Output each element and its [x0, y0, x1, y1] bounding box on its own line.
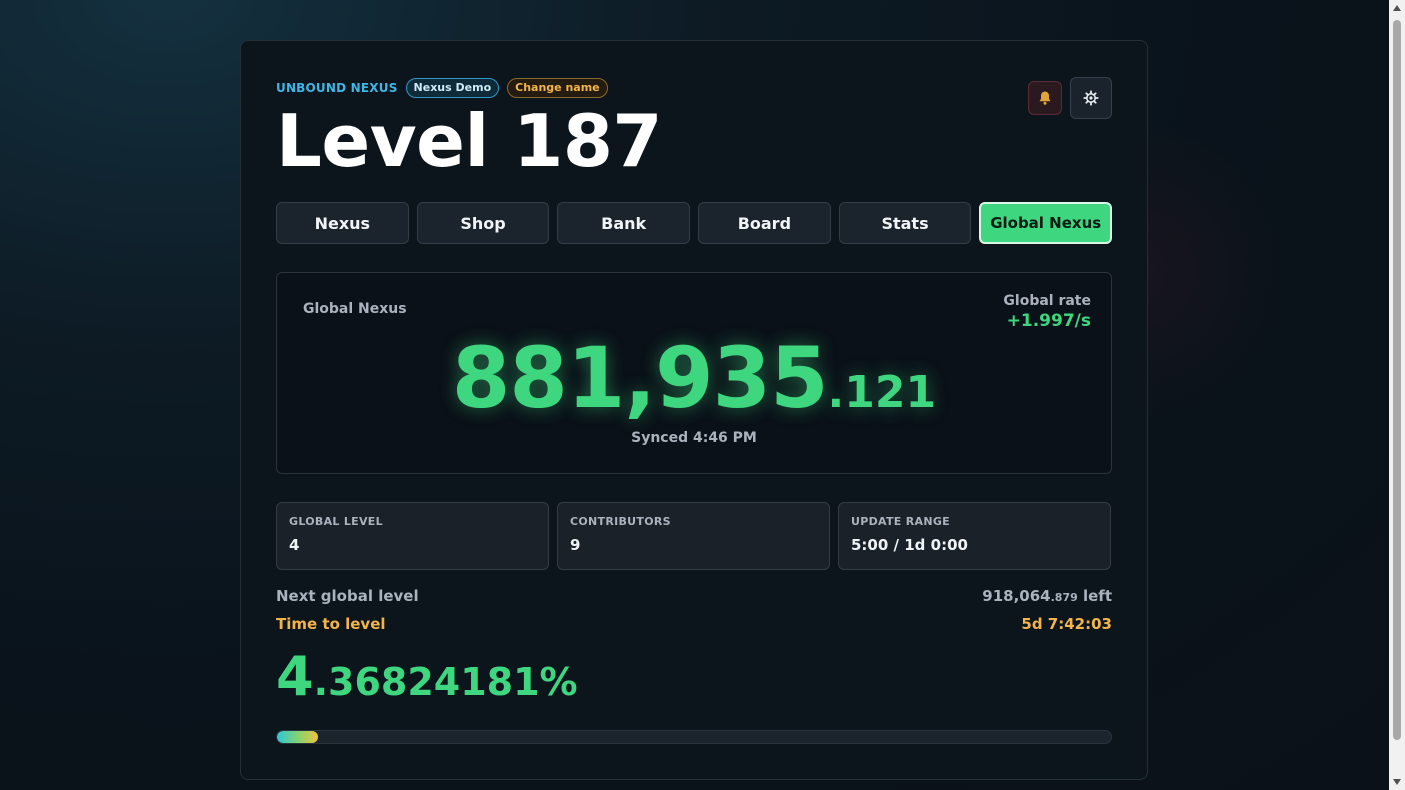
stat-label: CONTRIBUTORS [570, 515, 671, 528]
stat-global-level: GLOBAL LEVEL 4 [276, 502, 549, 570]
stat-value: 9 [570, 536, 581, 554]
global-rate-label: Global rate [1003, 293, 1091, 309]
header-meta: UNBOUND NEXUS Nexus Demo Change name [276, 77, 1112, 99]
global-rate: Global rate +1.997/s [1003, 293, 1091, 331]
brand-label: UNBOUND NEXUS [276, 81, 398, 95]
global-rate-value: +1.997/s [1006, 311, 1091, 331]
progress-bar-fill [277, 731, 318, 743]
tab-bank[interactable]: Bank [557, 202, 691, 244]
stats-row: GLOBAL LEVEL 4 CONTRIBUTORS 9 UPDATE RAN… [276, 502, 1112, 570]
page-title: Level 187 [276, 99, 663, 183]
progress-percent: 4.36824181% [276, 647, 1112, 720]
tab-global-nexus[interactable]: Global Nexus [979, 202, 1113, 244]
stat-label: UPDATE RANGE [851, 515, 950, 528]
stat-contributors: CONTRIBUTORS 9 [557, 502, 830, 570]
scroll-up-button[interactable] [1389, 0, 1405, 16]
page-scrollbar[interactable] [1389, 0, 1405, 790]
tab-stats[interactable]: Stats [838, 202, 972, 244]
triangle-down-icon [1393, 779, 1401, 785]
global-nexus-panel: Global Nexus Global rate +1.997/s 881,93… [276, 272, 1112, 474]
stat-value: 4 [289, 536, 300, 554]
triangle-up-icon [1393, 5, 1401, 11]
change-name-button[interactable]: Change name [507, 78, 608, 98]
tab-bar: Nexus Shop Bank Board Stats Global Nexus [276, 202, 1113, 244]
next-level-row: Next global level 918,064.879 left [276, 587, 1112, 605]
tab-shop[interactable]: Shop [416, 202, 550, 244]
scroll-down-button[interactable] [1389, 774, 1405, 790]
progress-bar [276, 730, 1112, 744]
tab-nexus[interactable]: Nexus [276, 202, 409, 244]
global-nexus-value-dec: .121 [827, 367, 937, 418]
progress-percent-int: 4 [276, 645, 314, 708]
remaining-int: 918,064 [982, 587, 1051, 605]
gear-icon [1083, 90, 1099, 106]
next-level-label: Next global level [276, 587, 419, 605]
scroll-thumb[interactable] [1393, 20, 1401, 740]
time-to-level-label: Time to level [276, 615, 386, 633]
remaining-amount: 918,064.879 left [982, 587, 1112, 605]
settings-button[interactable] [1070, 77, 1112, 119]
time-to-level-value: 5d 7:42:03 [1021, 615, 1112, 633]
demo-badge: Nexus Demo [405, 78, 500, 98]
bell-icon [1039, 91, 1051, 105]
header-actions [1028, 77, 1112, 119]
main-card: UNBOUND NEXUS Nexus Demo Change name Lev… [240, 40, 1148, 780]
remaining-dec: .879 [1050, 591, 1078, 604]
tab-board[interactable]: Board [698, 202, 831, 244]
remaining-suffix: left [1077, 587, 1112, 605]
progress-percent-rest: .36824181% [313, 660, 578, 704]
global-nexus-value-int: 881,935 [451, 329, 829, 427]
stat-update-range: UPDATE RANGE 5:00 / 1d 0:00 [838, 502, 1111, 570]
stat-value: 5:00 / 1d 0:00 [851, 536, 968, 554]
synced-status: Synced 4:46 PM [631, 430, 757, 446]
panel-label: Global Nexus [303, 301, 407, 317]
stat-label: GLOBAL LEVEL [289, 515, 383, 528]
notifications-button[interactable] [1028, 81, 1062, 115]
time-to-level-row: Time to level 5d 7:42:03 [276, 615, 1112, 633]
